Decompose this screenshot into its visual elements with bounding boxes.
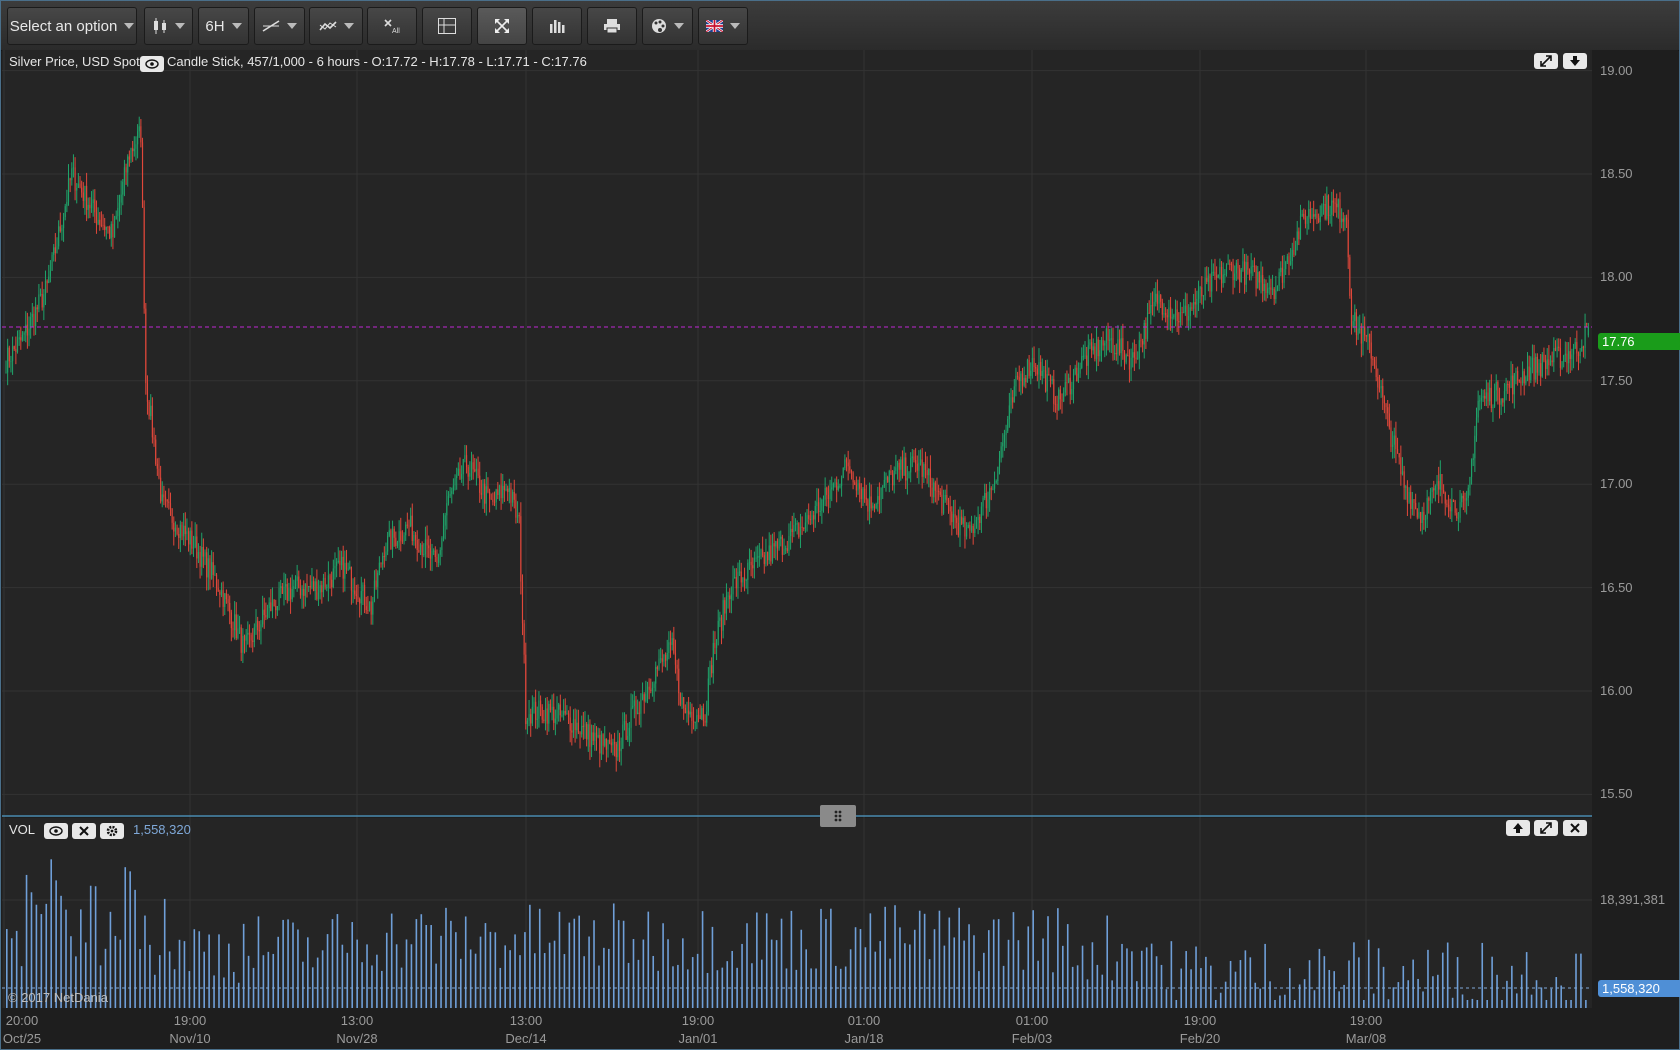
option-select-label: Select an option (9, 17, 118, 35)
indicator-icon (318, 21, 337, 31)
expand-arrows-icon (1540, 822, 1552, 834)
ohlc-info: Candle Stick, 457/1,000 - 6 hours - O:17… (167, 54, 587, 69)
interval-label: 6H (205, 17, 225, 35)
trendline-icon (262, 20, 280, 32)
volume-max-label: 18,391,381 (1600, 892, 1666, 907)
date-tick-label: Jan/18 (844, 1031, 884, 1046)
volume-pane-title: VOL (9, 822, 36, 837)
chevron-down-icon (231, 23, 242, 29)
copyright-text: © 2017 NetDania (8, 990, 108, 1005)
price-tick-label: 18.00 (1600, 269, 1633, 285)
clear-all-button[interactable]: All (367, 7, 417, 45)
time-tick-label: 01:00 (1015, 1013, 1049, 1028)
date-tick-label: Nov/28 (336, 1031, 378, 1046)
volume-settings-button[interactable] (100, 823, 124, 839)
time-tick-label: 19:00 (1349, 1013, 1383, 1028)
volume-visibility-button[interactable] (44, 823, 68, 839)
arrow-up-icon (1513, 823, 1523, 833)
price-tick-label: 16.00 (1600, 682, 1633, 698)
option-select[interactable]: Select an option (7, 7, 137, 45)
expand-arrows-icon (1540, 55, 1552, 67)
close-icon (1570, 823, 1580, 833)
crosshair-icon (438, 18, 456, 34)
clear-all-icon: All (384, 19, 400, 34)
price-pane-down-button[interactable] (1563, 53, 1587, 69)
volume-pane-maximize-button[interactable] (1534, 820, 1558, 836)
volume-pane-up-button[interactable] (1506, 820, 1530, 836)
volume-last-badge: 1,558,320 (1598, 980, 1680, 997)
date-tick-label: Dec/14 (505, 1031, 547, 1046)
arrow-down-icon (1570, 56, 1580, 66)
date-tick-label: Feb/03 (1011, 1031, 1053, 1046)
date-tick-label: Nov/10 (169, 1031, 211, 1046)
bar-chart-icon (550, 20, 565, 33)
fullscreen-button[interactable] (477, 7, 527, 45)
time-tick-label: 13:00 (509, 1013, 543, 1028)
price-pane-title: Silver Price, USD Spot (9, 54, 140, 69)
chevron-down-icon (343, 23, 354, 29)
chart-type-button[interactable] (144, 7, 193, 45)
eye-icon (145, 59, 159, 69)
date-tick-label: Oct/25 (2, 1031, 42, 1046)
print-button[interactable] (587, 7, 637, 45)
drag-handle-icon (834, 810, 842, 822)
volume-toggle-button[interactable] (532, 7, 582, 45)
last-price-badge: 17.76 (1598, 333, 1680, 350)
price-tick-label: 17.00 (1600, 476, 1633, 492)
price-tick-label: 15.50 (1600, 786, 1633, 802)
indicators-button[interactable] (309, 7, 363, 45)
time-tick-label: 01:00 (847, 1013, 881, 1028)
instrument-name: Silver Price, USD Spot (9, 54, 140, 69)
uk-flag-icon (706, 20, 723, 32)
price-tick-label: 19.00 (1600, 62, 1633, 78)
chart-window (0, 0, 1680, 1050)
interval-button[interactable]: 6H (198, 7, 249, 45)
print-icon (604, 19, 620, 34)
drawing-tools-button[interactable] (254, 7, 305, 45)
chevron-down-icon (175, 23, 185, 29)
volume-remove-button[interactable] (72, 823, 96, 839)
volume-pane-close-button[interactable] (1563, 820, 1587, 836)
chevron-down-icon (674, 23, 684, 29)
svg-text:All: All (392, 28, 400, 34)
time-tick-label: 13:00 (340, 1013, 374, 1028)
price-tick-label: 18.50 (1600, 166, 1633, 182)
chevron-down-icon (730, 23, 740, 29)
chevron-down-icon (287, 23, 297, 29)
language-button[interactable] (698, 7, 748, 45)
date-tick-label: Jan/01 (678, 1031, 718, 1046)
gear-icon (106, 825, 118, 837)
close-icon (79, 826, 89, 836)
expand-icon (495, 19, 509, 33)
chevron-down-icon (124, 23, 135, 29)
time-tick-label: 20:00 (5, 1013, 39, 1028)
price-tick-label: 17.50 (1600, 372, 1633, 388)
price-tick-label: 16.50 (1600, 579, 1633, 595)
date-tick-label: Mar/08 (1345, 1031, 1387, 1046)
palette-icon (652, 19, 666, 33)
volume-value: 1,558,320 (133, 822, 191, 837)
visibility-toggle-button[interactable] (140, 56, 164, 72)
crosshair-button[interactable] (422, 7, 472, 45)
theme-button[interactable] (642, 7, 693, 45)
time-tick-label: 19:00 (681, 1013, 715, 1028)
time-tick-label: 19:00 (173, 1013, 207, 1028)
price-pane-maximize-button[interactable] (1534, 53, 1558, 69)
date-tick-label: Feb/20 (1179, 1031, 1221, 1046)
eye-icon (49, 826, 63, 836)
time-tick-label: 19:00 (1183, 1013, 1217, 1028)
toolbar: Select an option 6H All (1, 1, 1679, 51)
candlestick-icon (154, 18, 166, 34)
pane-resize-handle[interactable] (820, 805, 856, 827)
